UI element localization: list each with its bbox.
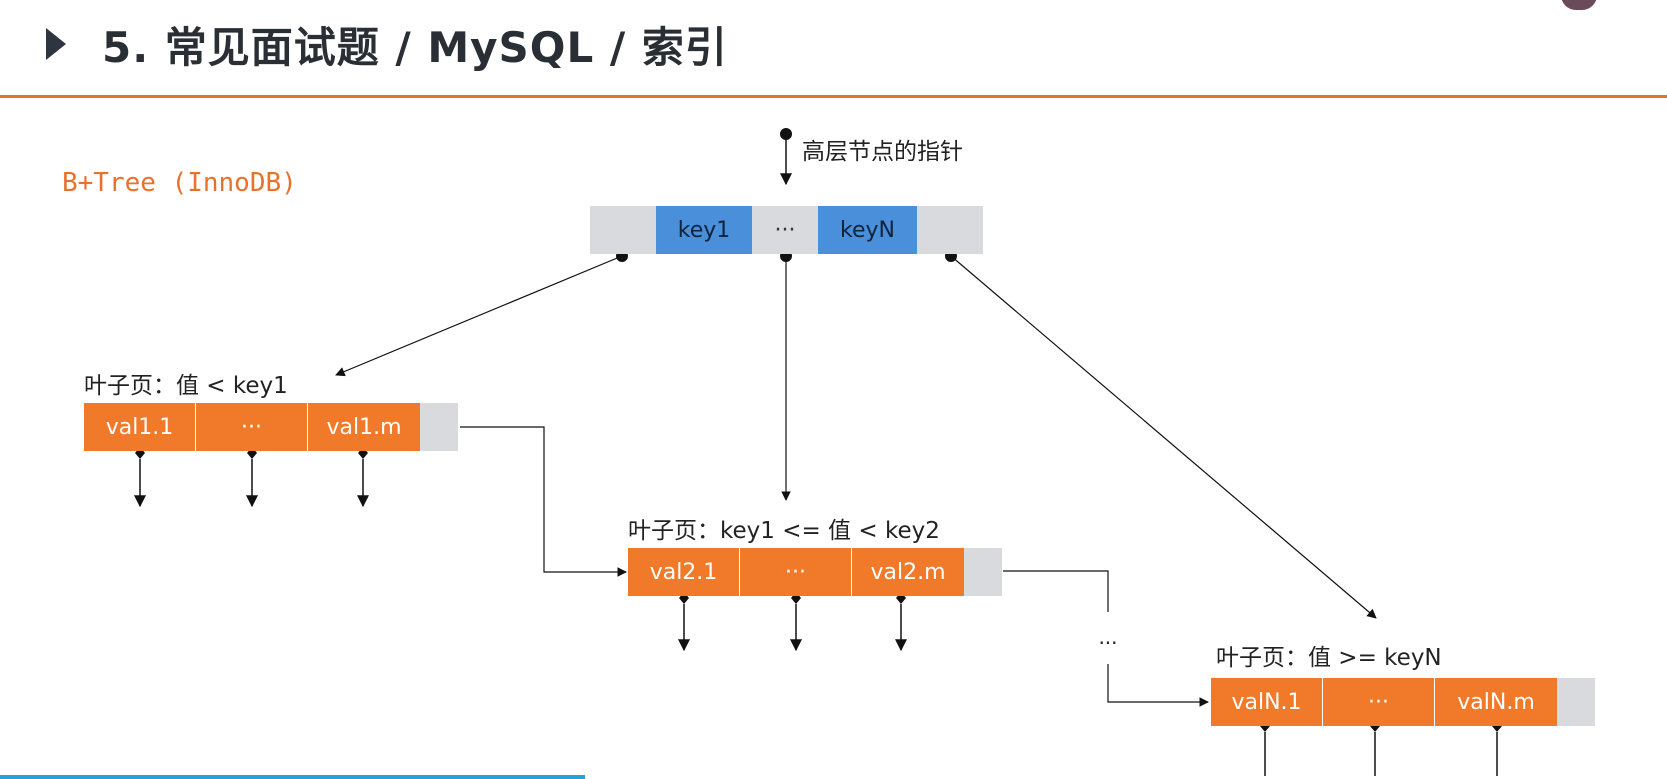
video-progress-bar [0,775,585,779]
leaf-next-slot [964,548,1002,596]
leaf-next-slot [420,403,458,451]
leaf-page: valN.1 ··· valN.m [1211,678,1595,726]
leaf1-record-pointers [134,447,369,508]
leaf-value: val2.1 [628,548,740,596]
root-key: keyN [818,206,917,254]
leaf-value: ··· [196,403,308,451]
leaf-value: ··· [740,548,852,596]
leaf-page: val1.1 ··· val1.m [84,403,458,451]
leaf-value: valN.1 [1211,678,1323,726]
leaf-label: 叶子页：值 < key1 [84,373,288,399]
leaf-page: val2.1 ··· val2.m [628,548,1002,596]
root-node: key1 ··· keyN [590,206,983,254]
leaf-value: val2.m [852,548,964,596]
leaf2-record-pointers [678,592,907,652]
root-pointer-label: 高层节点的指针 [802,139,963,165]
leaf-value: val1.m [308,403,420,451]
root-empty-slot [917,206,983,254]
leaf-value: valN.m [1435,678,1557,726]
root-key: ··· [752,206,818,254]
leaf-label: 叶子页：值 >= keyN [1216,645,1442,671]
root-key: key1 [656,206,752,254]
leafN-record-pointers [1260,720,1502,776]
leaf-chain-ellipsis: ··· [1098,631,1117,655]
root-empty-slot [590,206,656,254]
leaf-value: ··· [1323,678,1435,726]
leaf-value: val1.1 [84,403,196,451]
leaf-label: 叶子页：key1 <= 值 < key2 [628,518,940,544]
leaf-next-slot [1557,678,1595,726]
root-incoming-pointer [780,128,792,186]
